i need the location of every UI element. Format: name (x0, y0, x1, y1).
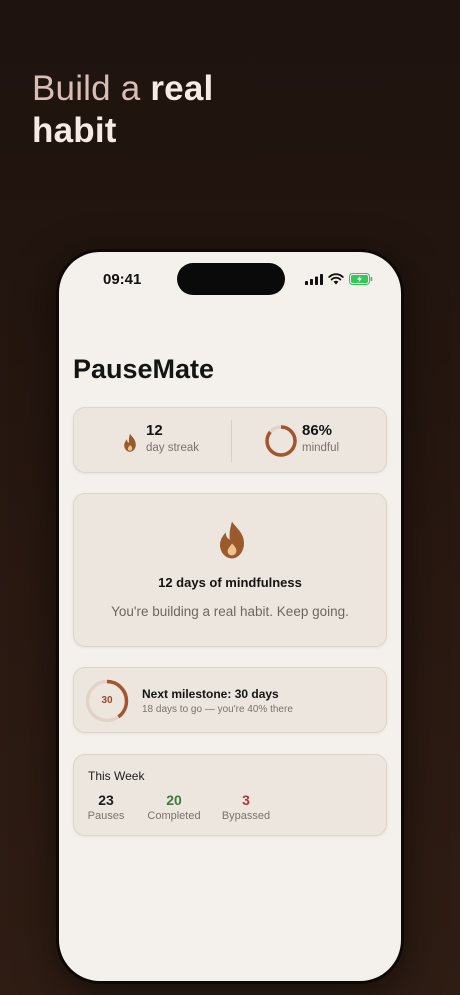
pauses-label: Pauses (87, 810, 125, 822)
week-bypassed-stat: 3 Bypassed (220, 792, 272, 822)
this-week-card: This Week 23 Pauses 20 Completed 3 Bypas… (73, 754, 387, 836)
week-title: This Week (88, 769, 145, 783)
app-title: PauseMate (73, 354, 215, 384)
milestone-ring-value: 30 (101, 695, 113, 706)
wifi-icon (328, 273, 344, 285)
streak-label: day streak (146, 442, 200, 454)
mindful-value: 86% (302, 422, 333, 439)
completed-label: Completed (147, 810, 201, 822)
flame-icon-large (220, 521, 244, 559)
week-pauses-stat: 23 Pauses (86, 792, 126, 822)
headline-light-text: Build a (32, 69, 141, 108)
phone-frame: 09:41 PauseMate 12 day streak 86% mindfu… (56, 249, 404, 984)
headline-bold-text: real (150, 69, 214, 108)
status-bar: 09:41 (59, 252, 401, 306)
hero-title: 12 days of mindfulness (158, 575, 302, 590)
battery-charging-icon (349, 273, 373, 285)
week-completed-stat: 20 Completed (144, 792, 204, 822)
streak-value: 12 (146, 422, 163, 439)
completed-value: 20 (166, 792, 182, 808)
streak-stat: 12 day streak (122, 422, 199, 454)
milestone-card: 30 Next milestone: 30 days 18 days to go… (73, 667, 387, 733)
hero-subtitle: You're building a real habit. Keep going… (111, 604, 349, 619)
mindful-stat: 86% mindful (264, 422, 339, 454)
marketing-headline: Build a real habit (32, 68, 213, 152)
status-time: 09:41 (103, 271, 142, 288)
mindfulness-summary-card: 12 days of mindfulness You're building a… (73, 493, 387, 647)
milestone-title: Next milestone: 30 days (142, 687, 279, 701)
bypassed-value: 3 (242, 792, 250, 808)
stat-divider (231, 420, 232, 462)
app-screen: 09:41 PauseMate 12 day streak 86% mindfu… (59, 252, 401, 981)
headline-bold-text-line2: habit (32, 111, 117, 150)
bypassed-label: Bypassed (221, 810, 271, 822)
milestone-subtitle: 18 days to go — you're 40% there (142, 704, 293, 715)
pauses-value: 23 (98, 792, 114, 808)
stats-card: 12 day streak 86% mindful (73, 407, 387, 473)
mindful-label: mindful (302, 442, 340, 454)
dynamic-island (177, 263, 285, 295)
cellular-signal-icon (305, 274, 323, 285)
